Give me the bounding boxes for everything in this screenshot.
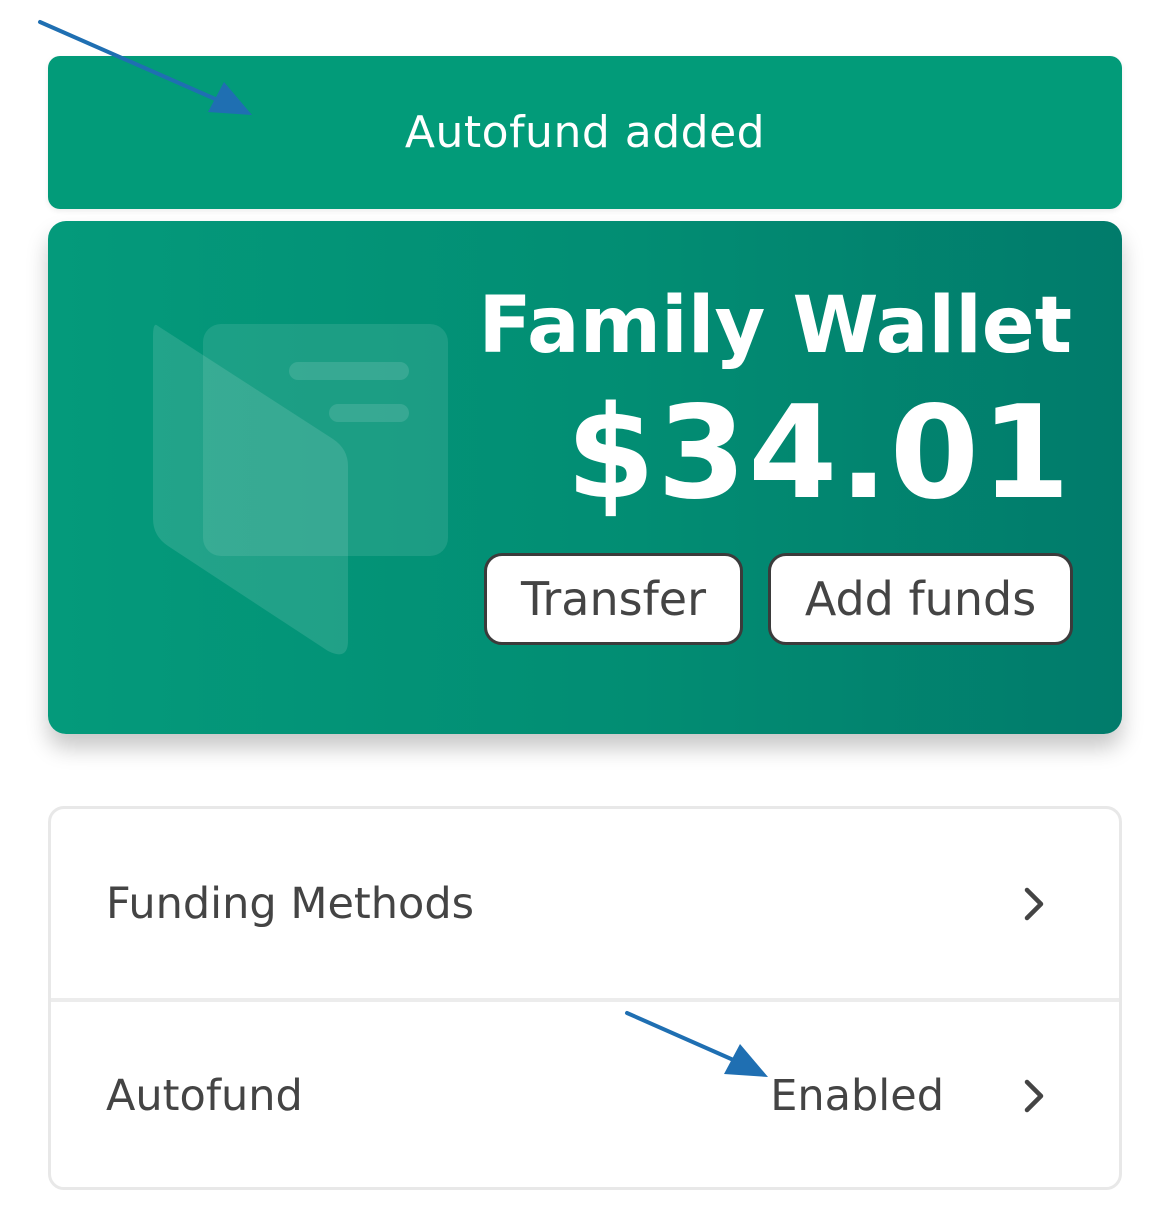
- chevron-right-icon: [1024, 1079, 1044, 1112]
- autofund-label: Autofund: [106, 1070, 303, 1121]
- transfer-button[interactable]: Transfer: [484, 553, 743, 645]
- wallet-icon: [153, 324, 448, 655]
- autofund-row[interactable]: Autofund Enabled: [51, 1001, 1119, 1187]
- wallet-settings-list: Funding Methods Autofund Enabled: [48, 806, 1122, 1190]
- funding-methods-row[interactable]: Funding Methods: [51, 809, 1119, 998]
- add-funds-button[interactable]: Add funds: [768, 553, 1073, 645]
- autofund-added-toast: Autofund added: [48, 56, 1122, 209]
- wallet-balance: $34.01: [566, 379, 1072, 528]
- autofund-status: Enabled: [770, 1070, 944, 1121]
- wallet-page: Autofund added Family Wallet $34.01 Tran…: [0, 0, 1170, 1231]
- toast-message: Autofund added: [404, 107, 766, 158]
- family-wallet-card: Family Wallet $34.01 Transfer Add funds: [48, 221, 1122, 734]
- funding-methods-label: Funding Methods: [106, 878, 475, 929]
- wallet-name: Family Wallet: [478, 281, 1072, 371]
- chevron-right-icon: [1024, 887, 1044, 920]
